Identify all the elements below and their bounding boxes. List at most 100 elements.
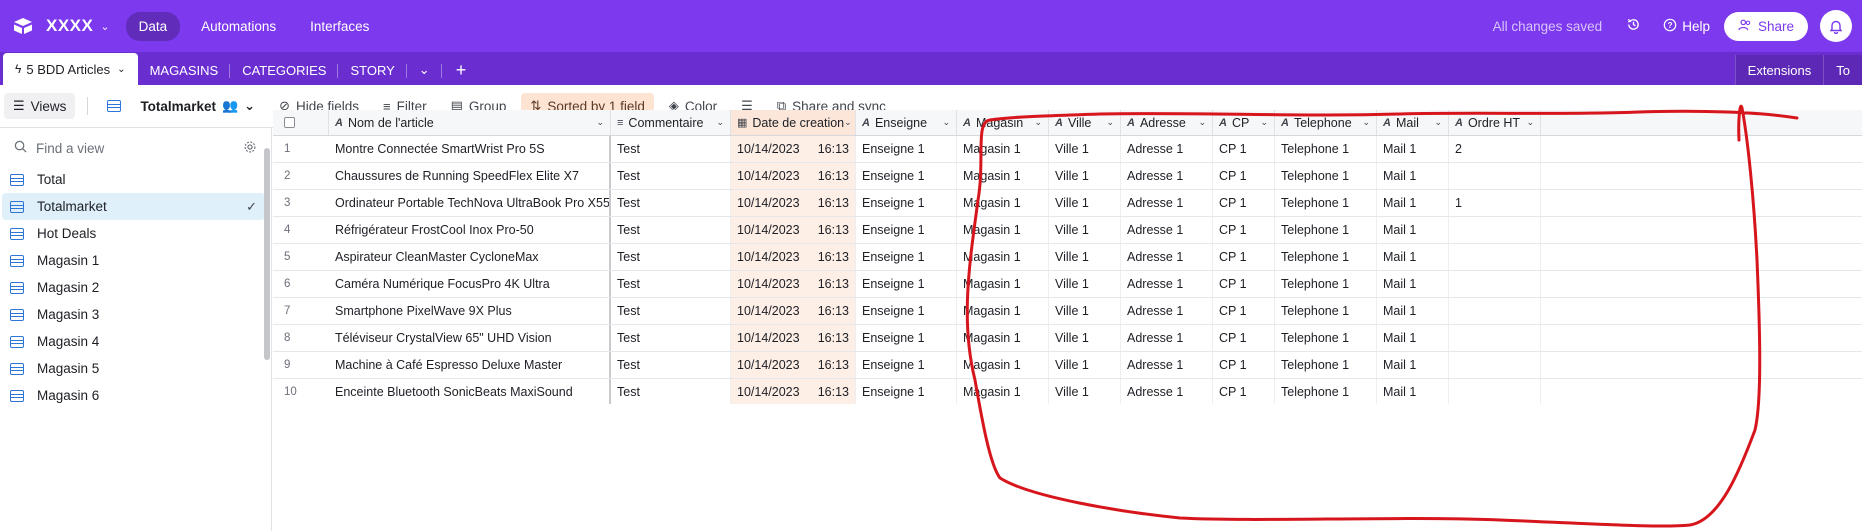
cell-ordre-ht[interactable] (1449, 271, 1541, 297)
sidebar-view-item[interactable]: Total (2, 166, 265, 193)
views-toggle-button[interactable]: ☰ Views (4, 93, 76, 119)
table-row[interactable]: 4 Réfrigérateur FrostCool Inox Pro-50 Test… (273, 217, 1862, 244)
cell-telephone[interactable]: Telephone 1 (1275, 244, 1377, 270)
column-header-nom[interactable]: A Nom de l'article ⌄ (329, 110, 611, 135)
cell-cp[interactable]: CP 1 (1213, 217, 1275, 243)
column-header-enseigne[interactable]: A Enseigne ⌄ (856, 110, 957, 135)
cell-enseigne[interactable]: Enseigne 1 (856, 352, 957, 378)
cell-mail[interactable]: Mail 1 (1377, 271, 1449, 297)
cell-commentaire[interactable]: Test (611, 325, 731, 351)
cell-adresse[interactable]: Adresse 1 (1121, 271, 1213, 297)
chevron-down-icon[interactable]: ⌄ (844, 117, 852, 128)
column-header-cp[interactable]: A CP ⌄ (1213, 110, 1275, 135)
chevron-down-icon[interactable]: ⌄ (100, 20, 109, 33)
row-number[interactable]: 5 (273, 244, 329, 270)
cell-adresse[interactable]: Adresse 1 (1121, 244, 1213, 270)
chevron-down-icon[interactable]: ⌄ (117, 64, 125, 75)
share-button[interactable]: Share (1723, 11, 1808, 41)
cell-ville[interactable]: Ville 1 (1049, 136, 1121, 162)
column-header-ordre-ht[interactable]: A Ordre HT ⌄ (1449, 110, 1541, 135)
select-all-checkbox-cell[interactable] (273, 110, 329, 135)
cell-adresse[interactable]: Adresse 1 (1121, 163, 1213, 189)
cell-cp[interactable]: CP 1 (1213, 379, 1275, 404)
cell-mail[interactable]: Mail 1 (1377, 244, 1449, 270)
cell-commentaire[interactable]: Test (611, 244, 731, 270)
cell-nom[interactable]: Téléviseur CrystalView 65" UHD Vision (329, 325, 611, 351)
cell-enseigne[interactable]: Enseigne 1 (856, 298, 957, 324)
table-row[interactable]: 2 Chaussures de Running SpeedFlex Elite X… (273, 163, 1862, 190)
cell-nom[interactable]: Ordinateur Portable TechNova UltraBook P… (329, 190, 611, 216)
cell-date[interactable]: 10/14/2023 16:13 (731, 217, 856, 243)
column-header-adresse[interactable]: A Adresse ⌄ (1121, 110, 1213, 135)
more-tables-chevron-icon[interactable]: ⌄ (407, 55, 442, 85)
table-row[interactable]: 8 Téléviseur CrystalView 65" UHD Vision Te… (273, 325, 1862, 352)
cell-telephone[interactable]: Telephone 1 (1275, 163, 1377, 189)
cell-cp[interactable]: CP 1 (1213, 325, 1275, 351)
chevron-down-icon[interactable]: ⌄ (1260, 117, 1268, 128)
cell-telephone[interactable]: Telephone 1 (1275, 325, 1377, 351)
chevron-down-icon[interactable]: ⌄ (716, 117, 724, 128)
cell-magasin[interactable]: Magasin 1 (957, 136, 1049, 162)
chevron-down-icon[interactable]: ⌄ (942, 117, 950, 128)
chevron-down-icon[interactable]: ⌄ (1034, 117, 1042, 128)
cell-telephone[interactable]: Telephone 1 (1275, 271, 1377, 297)
column-header-magasin[interactable]: A Magasin ⌄ (957, 110, 1049, 135)
cell-commentaire[interactable]: Test (611, 190, 731, 216)
column-header-mail[interactable]: A Mail ⌄ (1377, 110, 1449, 135)
cell-mail[interactable]: Mail 1 (1377, 325, 1449, 351)
sidebar-view-item[interactable]: Hot Deals (2, 220, 265, 247)
cell-nom[interactable]: Caméra Numérique FocusPro 4K Ultra (329, 271, 611, 297)
table-row[interactable]: 3 Ordinateur Portable TechNova UltraBook … (273, 190, 1862, 217)
add-table-plus-icon[interactable]: + (442, 55, 481, 85)
extensions-button[interactable]: Extensions (1734, 55, 1824, 85)
base-name[interactable]: XXXX (46, 16, 93, 36)
column-header-commentaire[interactable]: ≡ Commentaire ⌄ (611, 110, 731, 135)
cell-nom[interactable]: Machine à Café Espresso Deluxe Master (329, 352, 611, 378)
cell-ville[interactable]: Ville 1 (1049, 244, 1121, 270)
table-row[interactable]: 9 Machine à Café Espresso Deluxe Master Te… (273, 352, 1862, 379)
cell-magasin[interactable]: Magasin 1 (957, 190, 1049, 216)
cell-date[interactable]: 10/14/2023 16:13 (731, 352, 856, 378)
cell-telephone[interactable]: Telephone 1 (1275, 352, 1377, 378)
cell-date[interactable]: 10/14/2023 16:13 (731, 136, 856, 162)
chevron-down-icon[interactable]: ⌄ (1362, 117, 1370, 128)
column-header-telephone[interactable]: A Telephone ⌄ (1275, 110, 1377, 135)
sidebar-view-item[interactable]: Magasin 2 (2, 274, 265, 301)
cell-ordre-ht[interactable] (1449, 217, 1541, 243)
sidebar-view-item[interactable]: Totalmarket ✓ (2, 193, 265, 220)
cell-date[interactable]: 10/14/2023 16:13 (731, 190, 856, 216)
cell-ordre-ht[interactable] (1449, 379, 1541, 404)
cell-enseigne[interactable]: Enseigne 1 (856, 244, 957, 270)
cell-magasin[interactable]: Magasin 1 (957, 352, 1049, 378)
cell-mail[interactable]: Mail 1 (1377, 163, 1449, 189)
cell-ville[interactable]: Ville 1 (1049, 325, 1121, 351)
cell-ordre-ht[interactable] (1449, 298, 1541, 324)
row-number[interactable]: 2 (273, 163, 329, 189)
cell-magasin[interactable]: Magasin 1 (957, 379, 1049, 404)
cell-date[interactable]: 10/14/2023 16:13 (731, 325, 856, 351)
row-number[interactable]: 7 (273, 298, 329, 324)
cell-date[interactable]: 10/14/2023 16:13 (731, 379, 856, 404)
cell-cp[interactable]: CP 1 (1213, 352, 1275, 378)
cell-commentaire[interactable]: Test (611, 271, 731, 297)
cell-mail[interactable]: Mail 1 (1377, 217, 1449, 243)
cell-commentaire[interactable]: Test (611, 136, 731, 162)
cell-ville[interactable]: Ville 1 (1049, 271, 1121, 297)
cell-telephone[interactable]: Telephone 1 (1275, 298, 1377, 324)
cell-magasin[interactable]: Magasin 1 (957, 217, 1049, 243)
sidebar-view-item[interactable]: Magasin 6 (2, 382, 265, 409)
cell-telephone[interactable]: Telephone 1 (1275, 136, 1377, 162)
cell-ville[interactable]: Ville 1 (1049, 352, 1121, 378)
chevron-down-icon[interactable]: ⌄ (1434, 117, 1442, 128)
table-row[interactable]: 10 Enceinte Bluetooth SonicBeats MaxiSoun… (273, 379, 1862, 404)
cell-ordre-ht[interactable] (1449, 325, 1541, 351)
cell-date[interactable]: 10/14/2023 16:13 (731, 244, 856, 270)
cell-magasin[interactable]: Magasin 1 (957, 298, 1049, 324)
cell-magasin[interactable]: Magasin 1 (957, 325, 1049, 351)
cell-ville[interactable]: Ville 1 (1049, 298, 1121, 324)
history-icon[interactable] (1626, 17, 1641, 36)
cell-commentaire[interactable]: Test (611, 163, 731, 189)
cell-ordre-ht[interactable]: 2 (1449, 136, 1541, 162)
notifications-bell-icon[interactable] (1820, 10, 1852, 42)
cell-mail[interactable]: Mail 1 (1377, 379, 1449, 404)
